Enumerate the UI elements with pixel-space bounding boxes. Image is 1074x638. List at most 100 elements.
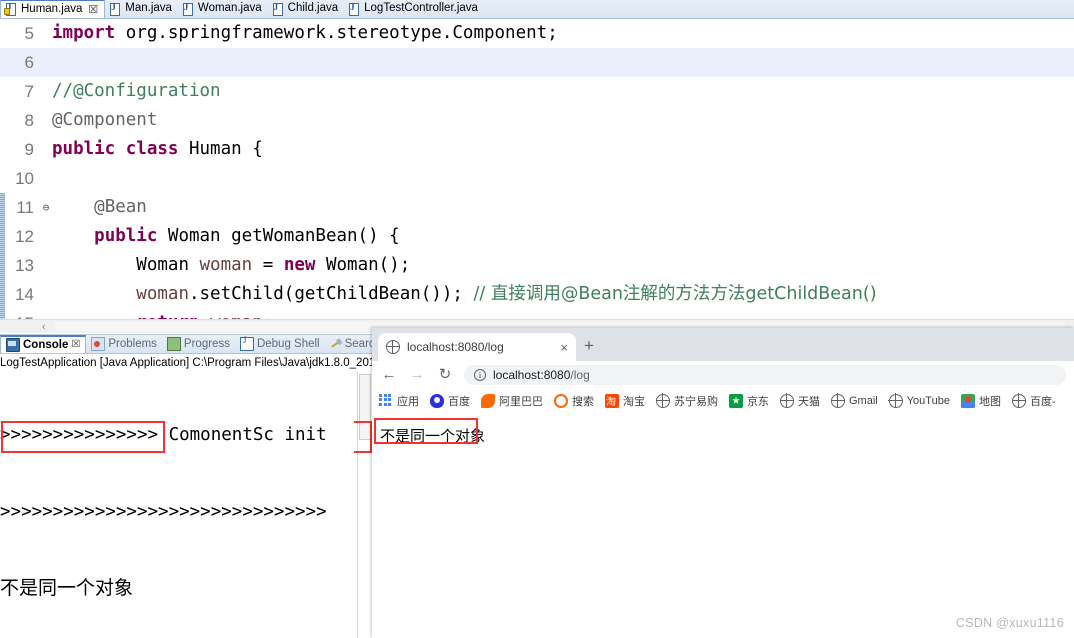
browser-window: localhost:8080/log × + ← → ↻ i localhost… — [372, 328, 1074, 638]
problems-icon — [91, 337, 106, 351]
close-icon[interactable]: × — [560, 340, 568, 355]
scrollbar-thumb[interactable] — [359, 374, 371, 440]
line-number: 12 — [15, 227, 34, 246]
close-icon[interactable]: ☒ — [88, 3, 98, 16]
code-plain: Woman(); — [315, 255, 411, 275]
bookmark-suning[interactable]: 苏宁易购 — [655, 393, 718, 409]
bookmark-maps[interactable]: 地图 — [960, 393, 1001, 409]
console-vertical-scrollbar[interactable] — [357, 372, 372, 638]
back-icon[interactable]: ← — [380, 366, 398, 384]
code-plain: Woman — [136, 255, 200, 275]
editor-tab-bar: J Human.java ☒ J Man.java J Woman.java J… — [0, 0, 1074, 19]
editor-tab-man-java[interactable]: J Man.java — [105, 0, 178, 18]
bookmark-label: 阿里巴巴 — [499, 395, 543, 408]
browser-tab-title: localhost:8080/log — [407, 340, 504, 354]
console-launch-config-label: LogTestApplication [Java Application] C:… — [0, 357, 372, 369]
address-bar-url: localhost:8080/log — [493, 368, 590, 382]
progress-icon — [166, 337, 181, 351]
editor-tab-label: LogTestController.java — [364, 2, 478, 15]
site-info-icon[interactable]: i — [474, 369, 486, 381]
line-number: 15 — [0, 309, 40, 319]
bookmark-baidu-2[interactable]: 百度- — [1011, 393, 1056, 409]
fold-collapse-icon[interactable]: ⊖ — [40, 193, 52, 222]
editor-tab-human-java[interactable]: J Human.java ☒ — [0, 0, 106, 18]
search-icon — [554, 393, 568, 408]
code-variable: woman — [136, 284, 189, 304]
bookmark-tmall[interactable]: 天猫 — [779, 393, 820, 409]
new-tab-button[interactable]: + — [584, 337, 594, 355]
globe-icon — [385, 339, 400, 354]
bookmark-youtube[interactable]: YouTube — [888, 393, 950, 408]
search-icon — [327, 336, 344, 353]
reload-icon[interactable]: ↻ — [436, 366, 454, 384]
java-file-icon: J — [181, 2, 194, 16]
code-line-14: 14 woman.setChild(getChildBean()); // 直接… — [0, 280, 1074, 309]
scroll-left-icon[interactable]: ‹ — [42, 321, 46, 333]
code-line-7: 7 //@Configuration — [0, 77, 1074, 106]
apps-grid-icon — [379, 393, 393, 408]
bookmark-label: 京东 — [747, 395, 769, 408]
code-comment: //@Configuration — [52, 81, 221, 101]
console-icon — [6, 337, 20, 352]
code-line-15: 15 return woman; — [0, 309, 1074, 319]
code-editor[interactable]: 5 import org.springframework.stereotype.… — [0, 19, 1074, 319]
code-annotation: @Component — [52, 110, 158, 130]
code-keyword: public — [94, 226, 158, 246]
bookmark-apps[interactable]: 应用 — [379, 393, 419, 409]
code-line-5: 5 import org.springframework.stereotype.… — [0, 19, 1074, 48]
console-line: >>>>>>>>>>>>>>> ComonentSc init — [0, 425, 327, 445]
url-path: /log — [570, 368, 590, 382]
close-icon[interactable]: ☒ — [71, 339, 80, 350]
java-file-icon: J — [4, 2, 17, 16]
globe-icon — [655, 393, 670, 408]
code-line-13: 13 Woman woman = new Woman(); — [0, 251, 1074, 280]
bookmark-gmail[interactable]: Gmail — [830, 393, 878, 408]
bookmark-label: 搜索 — [572, 395, 594, 408]
code-keyword: public — [52, 139, 116, 159]
code-annotation: @Bean — [52, 193, 1074, 222]
globe-icon — [830, 393, 845, 408]
browser-page-content: 不是同一个对象 — [372, 413, 1074, 638]
code-keyword: class — [125, 139, 179, 159]
globe-icon — [1011, 393, 1026, 408]
editor-tab-woman-java[interactable]: J Woman.java — [178, 0, 268, 18]
bookmark-label: YouTube — [906, 394, 950, 407]
bookmark-label: 百度 — [448, 395, 470, 408]
bookmark-jd[interactable]: 京东 — [729, 393, 769, 409]
browser-tab-localhost-log[interactable]: localhost:8080/log × — [378, 333, 576, 361]
editor-tab-child-java[interactable]: J Child.java — [268, 0, 345, 18]
code-plain: org.springframework.stereotype.Component… — [115, 23, 558, 43]
editor-tab-label: Woman.java — [197, 2, 262, 15]
bookmark-taobao[interactable]: 淘宝 — [605, 393, 645, 409]
bookmark-baidu[interactable]: 百度 — [430, 393, 470, 409]
line-number: 9 — [24, 140, 34, 159]
address-bar[interactable]: i localhost:8080/log — [464, 365, 1066, 385]
code-plain: = — [252, 255, 284, 275]
code-text: return woman; — [52, 309, 1074, 319]
bookmark-alibaba[interactable]: 阿里巴巴 — [481, 393, 543, 409]
code-text: import org.springframework.stereotype.Co… — [52, 19, 1074, 48]
tab-debug-shell[interactable]: Debug Shell — [235, 335, 325, 351]
console-output[interactable]: >>>>>>>>>>>>>>> ComonentSc init >>>>>>>>… — [0, 372, 356, 638]
browser-tab-strip: localhost:8080/log × + — [372, 328, 1074, 361]
jd-icon — [729, 393, 743, 408]
code-line-9: 9 public class Human { — [0, 135, 1074, 164]
code-line-8: 8 @Component — [0, 106, 1074, 135]
tab-problems[interactable]: Problems — [86, 337, 162, 351]
tab-progress[interactable]: Progress — [162, 337, 235, 351]
editor-tab-label: Man.java — [125, 2, 172, 15]
watermark: CSDN @xuxu1116 — [955, 616, 1064, 630]
line-number: 10 — [15, 169, 34, 188]
code-annotation-text: @Bean — [94, 197, 147, 217]
java-file-icon: J — [271, 2, 284, 16]
editor-tab-logtestcontroller-java[interactable]: J LogTestController.java — [344, 0, 484, 18]
globe-icon — [888, 393, 903, 408]
code-text: public Woman getWomanBean() { — [52, 222, 1074, 251]
line-number: 14 — [15, 285, 34, 304]
code-plain: .setChild(getChildBean()); — [188, 284, 463, 304]
code-keyword: import — [52, 23, 116, 43]
globe-icon — [779, 393, 794, 408]
tab-console[interactable]: Console ☒ — [0, 335, 87, 353]
tab-search[interactable]: Search — [325, 338, 372, 350]
bookmark-search[interactable]: 搜索 — [554, 393, 594, 409]
